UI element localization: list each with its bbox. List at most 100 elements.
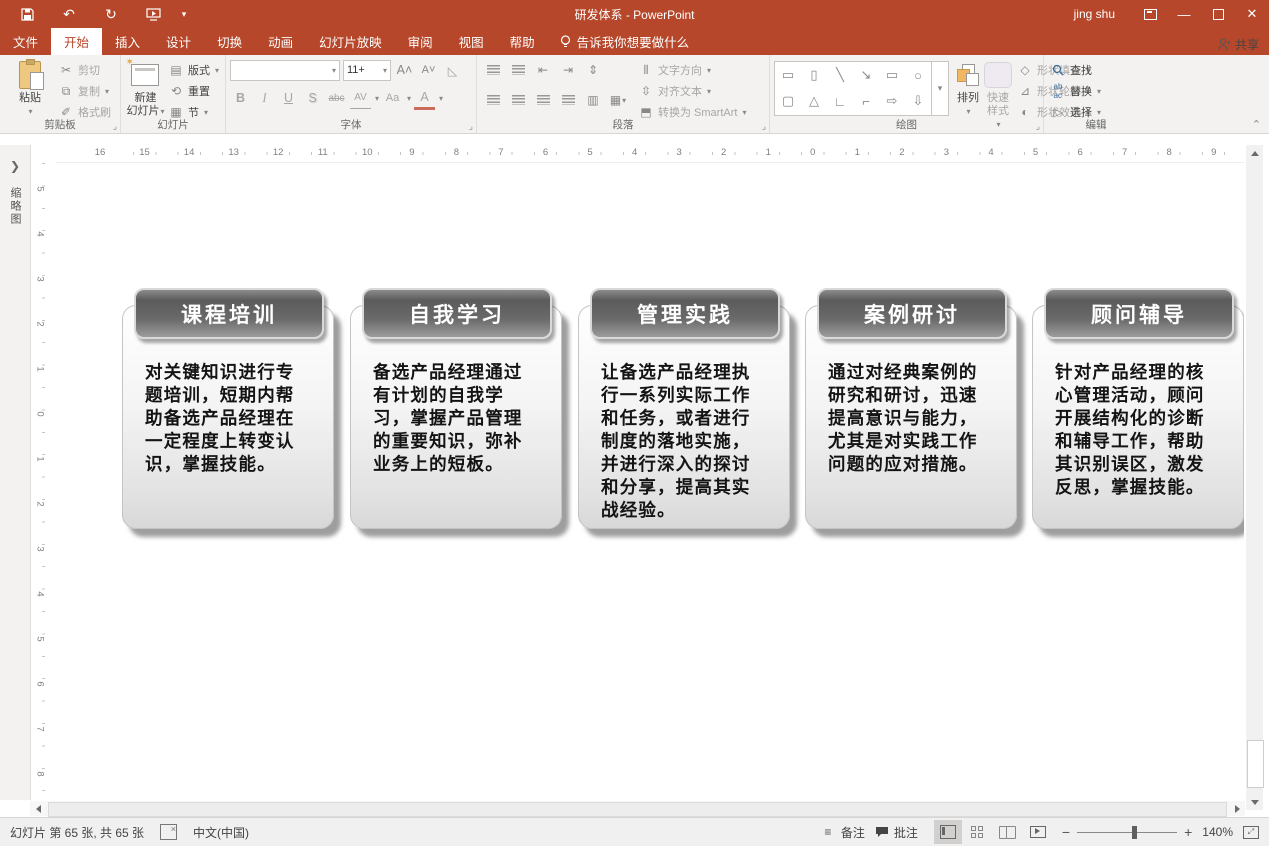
start-slideshow-icon[interactable] — [132, 0, 174, 28]
change-case-button[interactable]: Aa — [382, 88, 403, 108]
align-center-icon[interactable] — [510, 92, 526, 108]
align-right-icon[interactable] — [535, 92, 551, 108]
paste-button[interactable]: 粘贴 ▾ — [4, 58, 56, 118]
font-dialog-launcher-icon[interactable]: ⌟ — [469, 122, 473, 131]
find-button[interactable]: 查找 — [1048, 60, 1103, 80]
card-header-2[interactable]: 自我学习 — [362, 288, 552, 339]
layout-button[interactable]: ▤版式▾ — [166, 60, 221, 80]
slide-sorter-view-button[interactable] — [964, 820, 992, 844]
normal-view-button[interactable] — [934, 820, 962, 844]
increase-font-size-button[interactable]: A˄ — [394, 60, 415, 80]
close-button[interactable]: ✕ — [1235, 0, 1269, 28]
zoom-out-button[interactable]: − — [1062, 827, 1070, 837]
redo-icon[interactable]: ↻ — [90, 0, 132, 28]
scroll-right-icon[interactable] — [1229, 801, 1245, 816]
justify-icon[interactable] — [560, 92, 576, 108]
tab-开始[interactable]: 开始 — [51, 28, 102, 55]
card-header-5[interactable]: 顾问辅导 — [1044, 288, 1234, 339]
italic-button[interactable]: I — [254, 88, 275, 108]
shape-rectangle-icon[interactable]: ▭ — [881, 64, 903, 86]
collapse-ribbon-icon[interactable]: ⌃ — [1252, 118, 1261, 131]
shape-text-box-icon[interactable]: ▭ — [777, 64, 799, 86]
language-status[interactable]: 中文(中国) — [193, 824, 249, 841]
tab-插入[interactable]: 插入 — [102, 28, 153, 55]
align-text-button[interactable]: ⇳对齐文本▾ — [636, 81, 748, 101]
tab-帮助[interactable]: 帮助 — [497, 28, 548, 55]
scroll-down-icon[interactable] — [1246, 794, 1263, 810]
font-name-combobox[interactable]: ▾ — [230, 60, 340, 81]
decrease-font-size-button[interactable]: A˅ — [418, 60, 439, 80]
clipboard-dialog-launcher-icon[interactable]: ⌟ — [113, 122, 117, 131]
copy-button[interactable]: ⧉复制▾ — [56, 81, 113, 101]
tab-切换[interactable]: 切换 — [204, 28, 255, 55]
fit-slide-to-window-icon[interactable]: ⤢ — [1243, 826, 1259, 839]
shape-rounded-rectangle-icon[interactable]: ▢ — [777, 90, 799, 112]
new-slide-button[interactable]: 新建 幻灯片▾ — [125, 58, 166, 118]
tab-审阅[interactable]: 审阅 — [395, 28, 446, 55]
tab-动画[interactable]: 动画 — [255, 28, 306, 55]
shape-arrow-icon[interactable]: ↘ — [855, 64, 877, 86]
character-spacing-button[interactable]: AV — [350, 88, 371, 109]
bullets-icon[interactable] — [485, 62, 501, 78]
zoom-slider[interactable] — [1077, 832, 1177, 833]
customize-qat-icon[interactable]: ▾ — [174, 0, 194, 28]
clear-formatting-button[interactable]: ◺ — [442, 60, 463, 80]
underline-button[interactable]: U — [278, 88, 299, 108]
font-color-button[interactable]: A — [414, 87, 435, 110]
notes-toggle[interactable]: ≡备注 — [820, 824, 865, 841]
strikethrough-button[interactable]: abc — [326, 88, 347, 108]
shape-right-arrow-icon[interactable]: ⇨ — [881, 90, 903, 112]
save-icon[interactable] — [6, 0, 48, 28]
shape-elbow-arrow-connector-icon[interactable]: ⌐ — [855, 90, 877, 112]
spell-check-icon[interactable]: × — [160, 824, 177, 840]
bold-button[interactable]: B — [230, 88, 251, 108]
text-direction-button[interactable]: ⫴文字方向▾ — [636, 60, 748, 80]
shape-elbow-connector-icon[interactable]: ∟ — [829, 90, 851, 112]
tab-文件[interactable]: 文件 — [0, 28, 51, 55]
shape-line-icon[interactable]: ╲ — [829, 64, 851, 86]
expand-thumbnails-icon[interactable]: ❯ — [0, 159, 30, 173]
tab-视图[interactable]: 视图 — [446, 28, 497, 55]
columns-icon[interactable]: ▥ — [585, 92, 601, 108]
restore-button[interactable] — [1201, 0, 1235, 28]
paragraph-dialog-launcher-icon[interactable]: ⌟ — [762, 122, 766, 131]
shape-oval-icon[interactable]: ○ — [907, 64, 929, 86]
line-spacing-icon[interactable]: ⇕ — [585, 62, 601, 78]
increase-indent-icon[interactable]: ⇥ — [560, 62, 576, 78]
shape-triangle-icon[interactable]: △ — [803, 90, 825, 112]
ribbon-display-options-icon[interactable] — [1133, 0, 1167, 28]
shape-vertical-text-box-icon[interactable]: ▯ — [803, 64, 825, 86]
shape-down-arrow-icon[interactable]: ⇩ — [907, 90, 929, 112]
shapes-gallery-more-icon[interactable]: ▾ — [932, 61, 949, 116]
decrease-indent-icon[interactable]: ⇤ — [535, 62, 551, 78]
card-header-1[interactable]: 课程培训 — [134, 288, 324, 339]
tab-幻灯片放映[interactable]: 幻灯片放映 — [306, 28, 395, 55]
slideshow-view-button[interactable] — [1024, 820, 1052, 844]
text-shadow-button[interactable]: S — [302, 88, 323, 108]
vertical-scrollbar-thumb[interactable] — [1247, 740, 1264, 788]
arrange-button[interactable]: 排列▾ — [953, 58, 983, 118]
reading-view-button[interactable] — [994, 820, 1022, 844]
numbering-icon[interactable] — [510, 62, 526, 78]
tell-me-box[interactable]: 告诉我你想要做什么 — [548, 28, 702, 55]
align-left-icon[interactable] — [485, 92, 501, 108]
reset-button[interactable]: ⟲重置 — [166, 81, 221, 101]
table-options-icon[interactable]: ▦▾ — [610, 92, 626, 108]
scroll-up-icon[interactable] — [1246, 145, 1263, 161]
vertical-scrollbar[interactable] — [1246, 145, 1263, 810]
tab-设计[interactable]: 设计 — [153, 28, 204, 55]
card-header-3[interactable]: 管理实践 — [590, 288, 780, 339]
horizontal-scrollbar-thumb[interactable] — [48, 802, 1227, 817]
share-button[interactable]: 共享 — [1218, 36, 1259, 53]
zoom-slider-thumb[interactable] — [1132, 826, 1137, 839]
horizontal-scrollbar[interactable] — [30, 801, 1245, 816]
replace-button[interactable]: abac替换▾ — [1048, 81, 1103, 101]
zoom-level[interactable]: 140% — [1202, 825, 1233, 839]
undo-icon[interactable]: ↶ — [48, 0, 90, 28]
scroll-left-icon[interactable] — [30, 801, 46, 816]
card-header-4[interactable]: 案例研讨 — [817, 288, 1007, 339]
drawing-dialog-launcher-icon[interactable]: ⌟ — [1036, 122, 1040, 131]
thumbnail-pane-collapsed[interactable]: ❯ 缩略图 — [0, 145, 31, 800]
slide-canvas[interactable]: 对关键知识进行专题培训，短期内帮助备选产品经理在一定程度上转变认识，掌握技能。课… — [56, 163, 1244, 800]
cut-button[interactable]: ✂剪切 — [56, 60, 113, 80]
